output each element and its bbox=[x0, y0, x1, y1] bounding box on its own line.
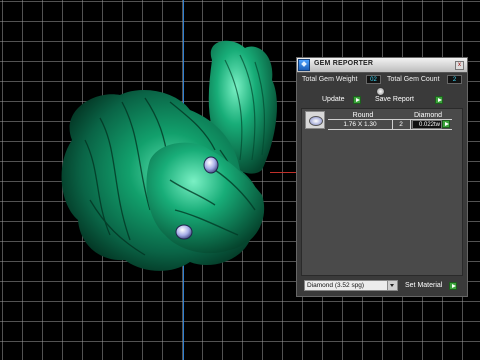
save-report-label: Save Report bbox=[375, 96, 414, 103]
dropdown-arrow-icon[interactable] bbox=[387, 281, 397, 290]
update-label: Update bbox=[322, 96, 345, 103]
panel-title: GEM REPORTER bbox=[314, 60, 374, 67]
app-icon bbox=[298, 59, 310, 71]
panel-titlebar[interactable]: GEM REPORTER x bbox=[297, 58, 467, 73]
table-header-material: Diamond bbox=[413, 112, 442, 119]
total-gem-count-field[interactable]: 2 bbox=[447, 75, 462, 84]
update-button[interactable]: Update bbox=[322, 95, 345, 105]
total-gem-count-label: Total Gem Count bbox=[387, 76, 440, 83]
arrow-right-icon[interactable] bbox=[353, 96, 361, 104]
gem-thumbnail-icon[interactable] bbox=[305, 111, 325, 129]
close-icon[interactable]: x bbox=[455, 61, 464, 70]
arrow-right-icon[interactable] bbox=[435, 96, 443, 104]
lion-head-model[interactable] bbox=[0, 0, 300, 300]
table-divider bbox=[328, 129, 452, 130]
arrow-right-icon[interactable] bbox=[449, 282, 457, 290]
material-select[interactable]: Diamond (3.52 spg) bbox=[304, 280, 398, 291]
table-cell-weight[interactable]: 0.022tw bbox=[412, 120, 442, 129]
table-header-shape: Round bbox=[352, 112, 374, 119]
table-cell-count: 2 bbox=[399, 121, 403, 128]
arrow-right-icon[interactable] bbox=[442, 120, 450, 128]
save-report-button[interactable]: Save Report bbox=[375, 95, 414, 105]
gem-table: Round Diamond 1.76 X 1.30 2 0.022tw bbox=[301, 108, 463, 276]
gem-eye-lower bbox=[175, 224, 193, 240]
table-cell-size: 1.76 X 1.30 bbox=[343, 121, 377, 128]
total-gem-weight-label: Total Gem Weight bbox=[302, 76, 358, 83]
table-divider bbox=[410, 119, 411, 129]
set-material-label: Set Material bbox=[405, 282, 443, 289]
total-gem-weight-field[interactable]: 02 bbox=[366, 75, 381, 84]
table-divider bbox=[392, 119, 393, 129]
set-material-button[interactable]: Set Material bbox=[405, 281, 442, 291]
gem-eye-upper bbox=[203, 156, 219, 174]
gem-reporter-panel: GEM REPORTER x Total Gem Weight 02 Total… bbox=[296, 57, 468, 297]
material-select-value: Diamond (3.52 spg) bbox=[307, 282, 365, 289]
